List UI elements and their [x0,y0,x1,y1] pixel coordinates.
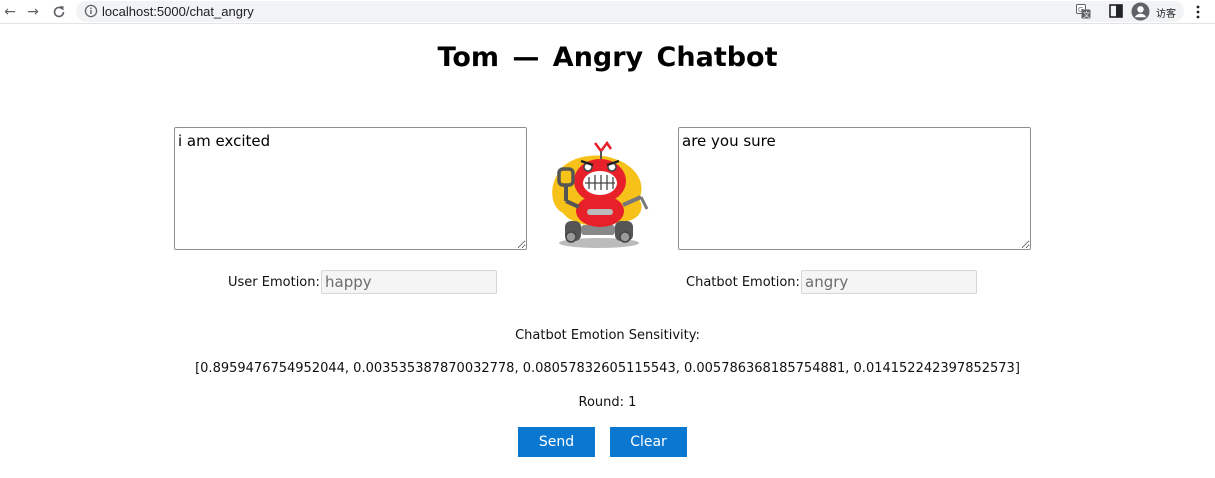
sensitivity-values: [0.8959476754952044, 0.00353538787003277… [195,361,1020,376]
round-counter: Round: 1 [578,395,637,410]
chatbot-emotion-label: Chatbot Emotion: [686,275,800,290]
info-icon[interactable] [84,4,98,23]
translate-icon[interactable]: G文 [1076,4,1091,24]
forward-arrow-icon[interactable]: → [24,3,42,21]
page-title: Tom — Angry Chatbot [437,42,778,73]
svg-text:文: 文 [1083,10,1090,19]
profile-icon[interactable] [1131,2,1150,26]
side-panel-icon[interactable] [1109,4,1123,23]
profile-label[interactable]: 访客 [1156,5,1176,20]
user-emotion-field[interactable] [321,270,497,294]
reload-icon[interactable] [50,3,68,21]
user-message-input[interactable]: i am excited [174,127,527,250]
send-button[interactable]: Send [518,427,595,457]
browser-toolbar: ← → localhost:5000/chat_angry G文 访客 [0,0,1215,24]
chatbot-emotion-field[interactable] [801,270,977,294]
back-arrow-icon[interactable]: ← [1,3,19,21]
user-emotion-label: User Emotion: [228,275,320,290]
menu-icon[interactable] [1194,4,1202,25]
clear-button[interactable]: Clear [610,427,687,457]
url-text[interactable]: localhost:5000/chat_angry [102,4,254,19]
sensitivity-label: Chatbot Emotion Sensitivity: [515,328,700,343]
angry-robot-illustration [552,140,649,248]
bot-response-box[interactable]: are you sure [678,127,1031,250]
